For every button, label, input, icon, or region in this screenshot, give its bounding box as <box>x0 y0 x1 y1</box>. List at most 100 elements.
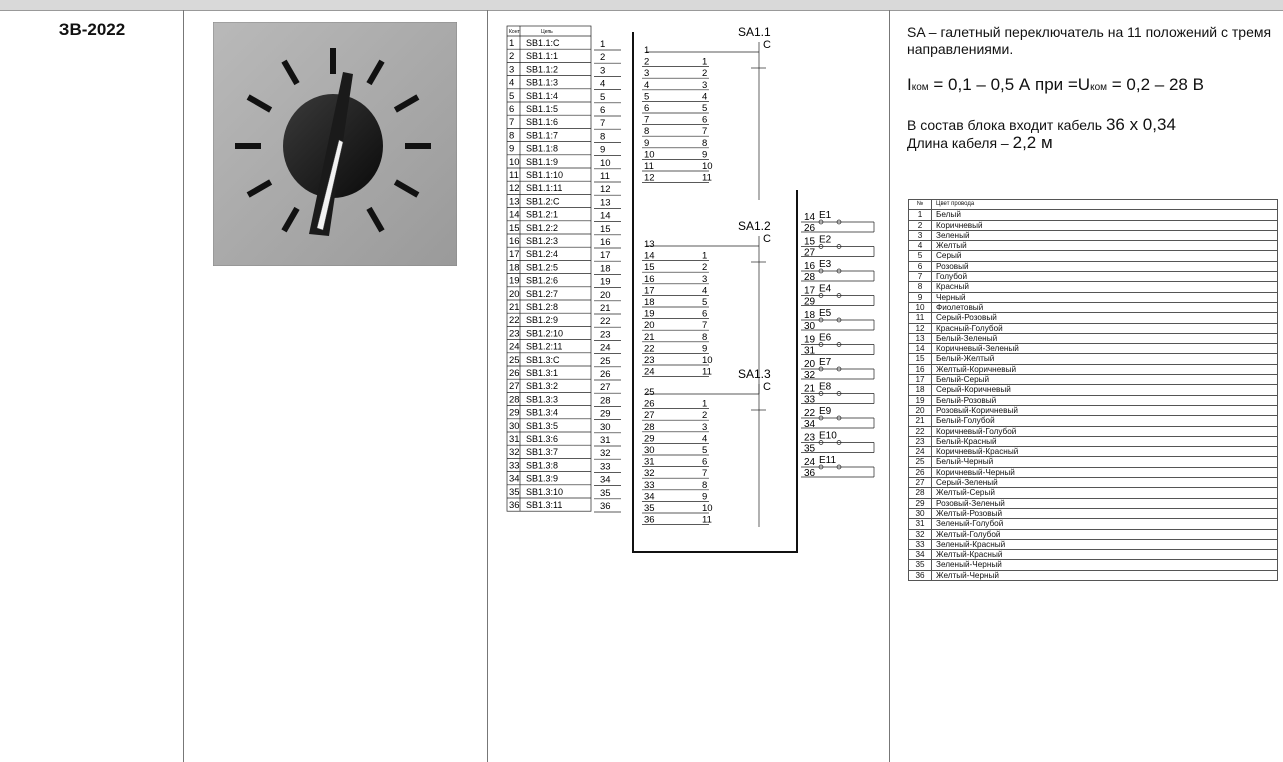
wire-number: 29 <box>908 497 932 509</box>
contact-circuit: SB1.1:4 <box>526 91 558 101</box>
switch-pin: 36 <box>644 515 655 526</box>
wire-color: Желтый-Серый <box>931 487 1278 499</box>
switch-label: SA1.1 <box>738 25 771 39</box>
wire-color: Белый-Зеленый <box>931 332 1278 345</box>
lamp-terminal: 28 <box>804 272 816 283</box>
table-row: 36 Желтый-Черный <box>908 569 1278 581</box>
switch-pin: 8 <box>644 126 649 137</box>
switch-pin: 35 <box>644 503 655 514</box>
lamp-label: E4 <box>819 284 832 295</box>
cable-info: В состав блока входит кабель 36 х 0,34 <box>907 115 1176 134</box>
connector-pin: 20 <box>600 290 611 301</box>
contact-circuit: SB1.1:2 <box>526 64 558 74</box>
switch-pin: 29 <box>644 433 655 444</box>
column-divider <box>889 10 890 762</box>
connector-pin: 4 <box>600 79 605 90</box>
wire-color: Коричневый-Красный <box>931 446 1278 458</box>
switch-common: C <box>763 381 771 393</box>
wire-number: 28 <box>908 487 932 499</box>
table-row: 15 Белый-Желтый <box>908 353 1278 365</box>
contact-number: 8 <box>509 130 514 141</box>
position-number: 10 <box>702 355 713 366</box>
lamp-label: E1 <box>819 210 832 221</box>
contact-number: 7 <box>509 117 514 128</box>
position-number: 10 <box>702 503 713 514</box>
position-number: 1 <box>702 399 707 410</box>
lamp-terminal: 18 <box>804 310 816 321</box>
switch-pin: 16 <box>644 274 655 285</box>
connector-pin: 14 <box>600 211 611 222</box>
position-number: 6 <box>702 457 707 468</box>
table-row: 27 Серый-Зеленый <box>908 477 1278 489</box>
column-divider <box>183 10 184 762</box>
contact-circuit: SB1.2:2 <box>526 223 558 233</box>
contact-circuit: SB1.1:3 <box>526 78 558 88</box>
wire-number: 17 <box>908 374 932 386</box>
connector-header-circuit: Цепь <box>541 29 553 35</box>
contact-number: 16 <box>509 236 520 247</box>
connector-pin: 6 <box>600 105 605 116</box>
wire-color: Серый-Розовый <box>931 312 1278 324</box>
contact-circuit: SB1.1:9 <box>526 157 558 167</box>
contact-number: 6 <box>509 104 514 115</box>
wire-color: Желтый-Голубой <box>931 528 1278 540</box>
lamp-label: E7 <box>819 357 832 368</box>
contact-circuit: SB1.3:1 <box>526 368 558 378</box>
contact-number: 33 <box>509 460 520 471</box>
contact-circuit: SB1.2:4 <box>526 249 558 259</box>
wire-color: Коричневый-Голубой <box>931 425 1278 437</box>
switch-pin: 24 <box>644 367 655 378</box>
position-number: 2 <box>702 410 707 421</box>
wire-color: Зеленый-Красный <box>931 538 1278 551</box>
connector-pin: 11 <box>600 171 610 182</box>
position-number: 7 <box>702 320 707 331</box>
connector-header-contact: Конт <box>509 29 520 35</box>
position-number: 11 <box>702 173 712 184</box>
cable-length: Длина кабеля – 2,2 м <box>907 133 1053 152</box>
table-row: 30 Желтый-Розовый <box>908 507 1278 520</box>
connector-pin: 16 <box>600 237 611 248</box>
position-number: 10 <box>702 161 713 172</box>
switch-pin: 18 <box>644 297 655 308</box>
wire-number: 14 <box>908 343 932 355</box>
switch-pin: 34 <box>644 491 655 502</box>
connector-pin: 36 <box>600 501 611 512</box>
connector-pin: 21 <box>600 303 611 314</box>
contact-number: 28 <box>509 394 520 405</box>
contact-circuit: SB1.2:C <box>526 196 560 206</box>
contact-circuit: SB1.2:11 <box>526 342 562 352</box>
table-row: 21 Белый-Голубой <box>908 415 1278 427</box>
contact-number: 21 <box>509 302 520 313</box>
switch-pin: 19 <box>644 309 655 320</box>
switch-pin: 11 <box>644 161 654 172</box>
position-number: 9 <box>702 149 707 160</box>
wire-number: 30 <box>908 507 932 520</box>
connector-pin: 26 <box>600 369 611 380</box>
switch-pin: 7 <box>644 115 649 126</box>
connector-pin: 27 <box>600 382 611 393</box>
contact-number: 22 <box>509 315 520 326</box>
switch-pin: 33 <box>644 480 655 491</box>
contact-number: 4 <box>509 78 514 89</box>
connector-pin: 8 <box>600 131 605 142</box>
wire-color: Зеленый <box>931 229 1278 242</box>
column-divider <box>487 10 488 762</box>
contact-circuit: SB1.3:8 <box>526 460 558 470</box>
wire-number: 32 <box>908 528 932 540</box>
position-number: 8 <box>702 480 707 491</box>
description: SA – галетный переключатель на 11 положе… <box>907 24 1277 152</box>
switch-description: SA – галетный переключатель на 11 положе… <box>907 24 1272 57</box>
lamp-label: E9 <box>819 406 832 417</box>
table-row: 17 Белый-Серый <box>908 374 1278 386</box>
table-row: 4 Желтый <box>908 240 1278 252</box>
table-row: 11 Серый-Розовый <box>908 312 1278 324</box>
contact-circuit: SB1.2:5 <box>526 262 558 272</box>
connector-pin: 17 <box>600 250 611 261</box>
table-row: 29 Розовый-Зеленый <box>908 497 1278 509</box>
position-number: 9 <box>702 491 707 502</box>
table-row: 34 Желтый-Красный <box>908 549 1278 561</box>
wire-color: Серый-Зеленый <box>931 477 1278 489</box>
wire-number: 2 <box>908 219 932 231</box>
contact-number: 25 <box>509 355 520 366</box>
switch-pin: 13 <box>644 239 655 250</box>
